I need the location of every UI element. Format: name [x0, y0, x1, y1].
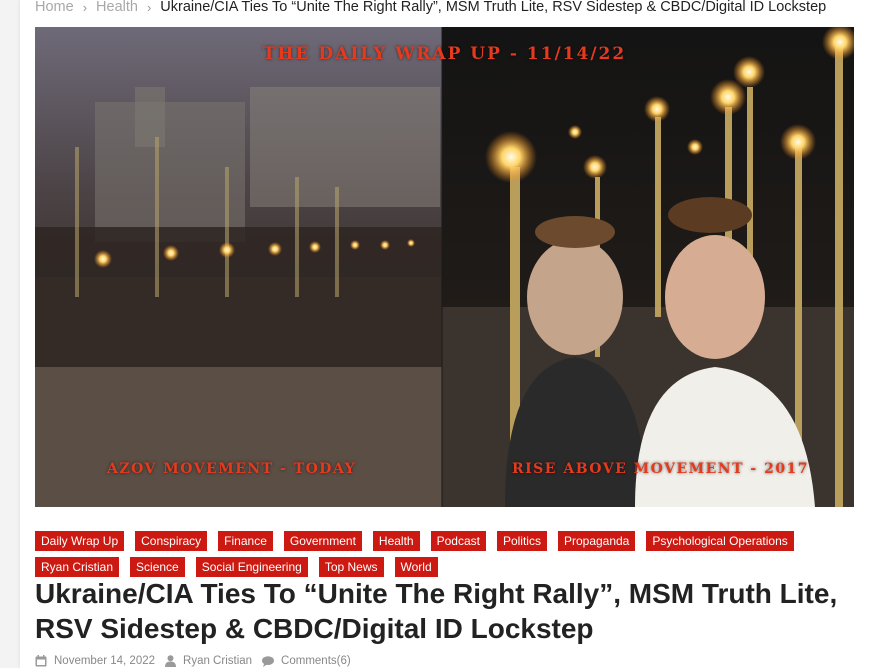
post-author-name: Ryan Cristian [183, 655, 253, 667]
category-tag[interactable]: Ryan Cristian [35, 557, 120, 577]
breadcrumb-current: Ukraine/CIA Ties To “Unite The Right Ral… [160, 0, 827, 15]
category-tag[interactable]: Science [130, 557, 185, 577]
featured-image: The Daily Wrap Up - 11/14/22 Azov Moveme… [35, 27, 854, 507]
category-tag[interactable]: World [394, 557, 438, 577]
post-comments-count: Comments(6) [281, 655, 351, 667]
featured-image-caption-right: Rise Above Movement - 2017 [512, 461, 810, 477]
category-tags: Daily Wrap Up Conspiracy Finance Governm… [35, 531, 865, 577]
breadcrumb-home[interactable]: Home [35, 0, 74, 15]
category-tag[interactable]: Propaganda [557, 531, 636, 551]
category-tag[interactable]: Government [283, 531, 362, 551]
category-tag[interactable]: Psychological Operations [646, 531, 794, 551]
category-tag[interactable]: Social Engineering [195, 557, 308, 577]
comment-icon [262, 655, 275, 667]
post-title: Ukraine/CIA Ties To “Unite The Right Ral… [35, 578, 838, 644]
breadcrumb-health[interactable]: Health [96, 0, 138, 15]
category-tag[interactable]: Conspiracy [135, 531, 208, 551]
category-tag[interactable]: Finance [218, 531, 273, 551]
category-tag[interactable]: Daily Wrap Up [35, 531, 125, 551]
post-date-text: November 14, 2022 [54, 655, 156, 667]
category-tag[interactable]: Podcast [430, 531, 486, 551]
category-tag[interactable]: Politics [496, 531, 547, 551]
calendar-icon [35, 655, 47, 667]
post-date[interactable]: November 14, 2022 [35, 655, 155, 667]
article-page: Home › Health › Ukraine/CIA Ties To “Uni… [20, 0, 875, 668]
category-tag[interactable]: Top News [318, 557, 384, 577]
breadcrumb: Home › Health › Ukraine/CIA Ties To “Uni… [35, 0, 826, 17]
post-comments[interactable]: Comments(6) [262, 655, 351, 667]
post-author[interactable]: Ryan Cristian [165, 655, 252, 667]
featured-image-title: The Daily Wrap Up - 11/14/22 [262, 44, 627, 64]
category-tag[interactable]: Health [372, 531, 420, 551]
chevron-right-icon: › [146, 0, 152, 15]
post-meta: November 14, 2022 Ryan Cristian Comments… [35, 655, 361, 667]
chevron-right-icon: › [82, 0, 88, 15]
featured-image-caption-left: Azov Movement - Today [107, 461, 357, 477]
featured-image-graphic [35, 27, 854, 507]
user-icon [165, 655, 177, 667]
